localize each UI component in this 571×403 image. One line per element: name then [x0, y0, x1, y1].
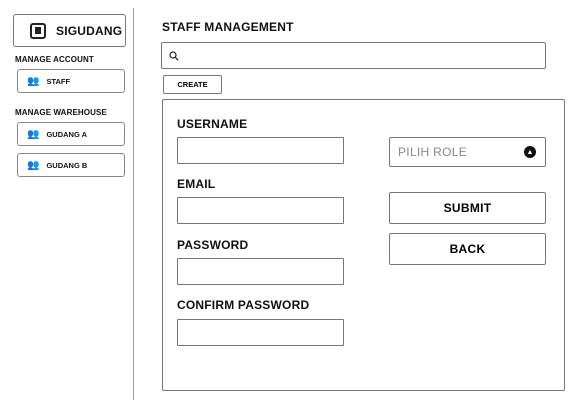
- role-select[interactable]: PILIH ROLE ▲: [389, 137, 546, 167]
- sidebar-item-staff[interactable]: 👥 STAFF: [17, 69, 125, 93]
- warehouse-icon: [30, 22, 46, 39]
- search-input[interactable]: [185, 43, 545, 68]
- users-icon: 👥: [27, 128, 40, 140]
- users-icon: 👥: [27, 75, 40, 87]
- email-field[interactable]: [177, 197, 344, 224]
- sidebar: SIGUDANG MANAGE ACCOUNT 👥 STAFF MANAGE W…: [10, 8, 134, 400]
- users-icon: 👥: [27, 159, 40, 171]
- email-label: EMAIL: [177, 177, 216, 191]
- role-select-placeholder: PILIH ROLE: [398, 145, 468, 159]
- brand-label: SIGUDANG: [56, 23, 123, 38]
- search-icon: [169, 50, 179, 61]
- page-title: STAFF MANAGEMENT: [162, 20, 294, 34]
- submit-button[interactable]: SUBMIT: [389, 192, 546, 224]
- password-label: PASSWORD: [177, 238, 249, 252]
- create-button[interactable]: CREATE: [163, 75, 222, 94]
- confirm-password-label: CONFIRM PASSWORD: [177, 298, 310, 312]
- username-label: USERNAME: [177, 117, 248, 131]
- sidebar-item-label: STAFF: [46, 76, 71, 86]
- password-field[interactable]: [177, 258, 344, 285]
- confirm-password-field[interactable]: [177, 319, 344, 346]
- username-field[interactable]: [177, 137, 344, 164]
- brand-button[interactable]: SIGUDANG: [13, 14, 126, 47]
- search-bar[interactable]: [161, 42, 546, 69]
- sidebar-item-gudang-a[interactable]: 👥 GUDANG A: [17, 122, 125, 146]
- section-label-manage-account: MANAGE ACCOUNT: [15, 55, 94, 64]
- section-label-manage-warehouse: MANAGE WAREHOUSE: [15, 108, 107, 117]
- sidebar-item-gudang-b[interactable]: 👥 GUDANG B: [17, 153, 125, 177]
- sidebar-item-label: GUDANG A: [46, 129, 88, 139]
- back-button[interactable]: BACK: [389, 233, 546, 265]
- chevron-circle-icon: ▲: [524, 146, 536, 158]
- sidebar-item-label: GUDANG B: [46, 160, 88, 170]
